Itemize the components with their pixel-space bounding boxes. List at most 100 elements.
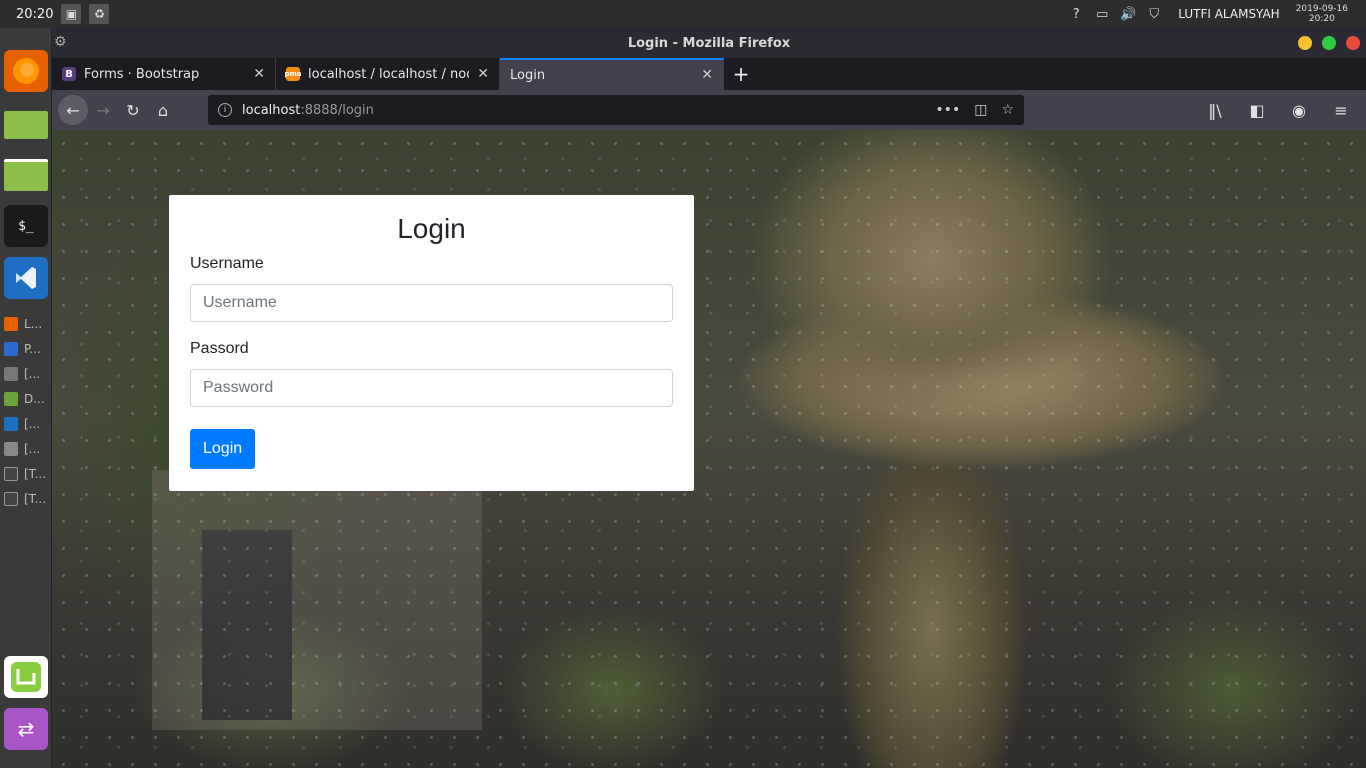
close-icon[interactable]: ✕ [477, 66, 489, 82]
sidebar-icon: ◧ [1249, 100, 1265, 120]
tab-title: localhost / localhost / nodejs [308, 66, 469, 82]
window-list-item[interactable]: [... [4, 364, 40, 384]
tab-bar: B Forms · Bootstrap ✕ pma localhost / lo… [52, 58, 1366, 90]
menu-button[interactable]: ≡ [1326, 95, 1356, 125]
username-input[interactable] [190, 284, 673, 322]
url-bar[interactable]: i localhost:8888/login ••• ◫ ☆ [208, 95, 1024, 125]
forward-button[interactable]: → [88, 95, 118, 125]
login-heading: Login [397, 213, 466, 244]
firefox-launcher[interactable] [4, 50, 48, 92]
url-actions: ••• ◫ ☆ [935, 102, 1014, 118]
login-button[interactable]: Login [190, 429, 256, 469]
library-icon: ‖\ [1208, 100, 1222, 120]
folder-icon [4, 392, 18, 406]
panel-time: 20:20 [1308, 14, 1335, 24]
terminal-launcher[interactable]: $_ [4, 205, 48, 247]
arrow-left-icon: ← [66, 100, 80, 120]
firefox-icon [4, 317, 18, 331]
left-dock: $_ L... P... [... D... [... [... [T... [… [0, 28, 52, 768]
more-actions-icon[interactable]: ••• [935, 102, 960, 118]
window-list-item[interactable]: [T... [4, 489, 46, 509]
window-list-item[interactable]: [T... [4, 464, 46, 484]
workspace-switcher[interactable]: ⇄ [4, 708, 48, 750]
info-icon[interactable]: i [218, 103, 232, 117]
password-label: Passord [190, 340, 249, 357]
close-icon[interactable]: ✕ [253, 66, 265, 82]
gear-icon[interactable]: ⚙ [54, 34, 67, 50]
trash-icon[interactable]: ♻ [89, 4, 110, 24]
terminal-icon [4, 467, 18, 481]
folder-icon [4, 111, 48, 139]
close-button[interactable] [1346, 36, 1360, 50]
mint-menu-launcher[interactable] [4, 656, 48, 698]
window-list-item[interactable]: [... [4, 414, 40, 434]
toolbar-right: ‖\ ◧ ◉ ≡ [1200, 95, 1360, 125]
home-button[interactable]: ⌂ [148, 95, 178, 125]
reload-icon: ↻ [126, 100, 140, 120]
volume-icon[interactable]: 🔊 [1120, 6, 1136, 22]
window-icon [4, 442, 18, 456]
arrow-right-icon: → [96, 100, 110, 120]
window-controls [1298, 36, 1360, 50]
show-desktop-icon[interactable]: ▣ [61, 4, 82, 24]
panel-datetime[interactable]: 2019-09-16 20:20 [1296, 4, 1348, 24]
terminal-icon [4, 492, 18, 506]
vscode-icon [16, 267, 36, 289]
window-list-item[interactable]: D... [4, 389, 45, 409]
firefox-icon [13, 58, 39, 84]
reload-button[interactable]: ↻ [118, 95, 148, 125]
home-icon: ⌂ [157, 100, 169, 120]
back-button[interactable]: ← [58, 95, 88, 125]
panel-date: 2019-09-16 [1295, 4, 1348, 14]
hamburger-menu-icon: ≡ [1334, 100, 1348, 120]
account-button[interactable]: ◉ [1284, 95, 1314, 125]
close-icon[interactable]: ✕ [701, 67, 713, 83]
window-list-item[interactable]: [... [4, 439, 40, 459]
folder-icon [4, 159, 48, 191]
home-folder-launcher[interactable] [4, 154, 48, 196]
url-path: :8888/login [300, 102, 374, 118]
plus-icon: + [732, 62, 750, 86]
panel-clock[interactable]: 20:20 [16, 7, 53, 22]
tab-title: Forms · Bootstrap [84, 66, 200, 82]
navigation-toolbar: ← → ↻ ⌂ i localhost:8888/login ••• ◫ ☆ ‖… [52, 90, 1366, 130]
display-icon[interactable]: ▭ [1094, 6, 1110, 22]
help-icon[interactable]: ? [1068, 6, 1084, 22]
vscode-icon [4, 417, 18, 431]
account-icon: ◉ [1292, 100, 1306, 120]
window-list-item[interactable]: P... [4, 339, 41, 359]
file-icon [4, 367, 18, 381]
document-icon [4, 342, 18, 356]
linux-mint-icon [11, 662, 41, 692]
phpmyadmin-icon: pma [284, 67, 302, 81]
minimize-button[interactable] [1298, 36, 1312, 50]
new-tab-button[interactable]: + [724, 58, 758, 90]
terminal-icon: $_ [18, 218, 34, 234]
maximize-button[interactable] [1322, 36, 1336, 50]
username-label: Username [190, 255, 264, 272]
window-titlebar[interactable]: ⚙ Login - Mozilla Firefox [52, 28, 1366, 58]
user-name[interactable]: LUTFI ALAMSYAH [1178, 7, 1279, 21]
tab-phpmyadmin[interactable]: pma localhost / localhost / nodejs ✕ [276, 58, 500, 90]
page-content: Login Username Passord Login [52, 130, 1366, 768]
window-title: Login - Mozilla Firefox [627, 35, 791, 51]
firefox-window: ⚙ Login - Mozilla Firefox B Forms · Boot… [52, 28, 1366, 768]
switch-arrows-icon: ⇄ [17, 717, 35, 741]
url-host: localhost [242, 102, 301, 118]
sidebar-button[interactable]: ◧ [1242, 95, 1272, 125]
system-tray: ? ▭ 🔊 ⛉ LUTFI ALAMSYAH 2019-09-16 20:20 [1068, 4, 1366, 24]
vscode-launcher[interactable] [4, 257, 48, 299]
bookmark-star-icon[interactable]: ☆ [1001, 102, 1014, 118]
tab-forms-bootstrap[interactable]: B Forms · Bootstrap ✕ [52, 58, 276, 90]
pocket-icon[interactable]: ◫ [974, 102, 987, 118]
top-panel: 20:20 ▣ ♻ ? ▭ 🔊 ⛉ LUTFI ALAMSYAH 2019-09… [0, 0, 1366, 28]
tab-title: Login [510, 67, 546, 83]
bootstrap-icon: B [62, 67, 76, 81]
files-launcher[interactable] [4, 104, 48, 146]
tab-login[interactable]: Login ✕ [500, 58, 724, 90]
shield-icon[interactable]: ⛉ [1146, 6, 1162, 22]
password-input[interactable] [190, 369, 673, 407]
library-button[interactable]: ‖\ [1200, 95, 1230, 125]
login-card: Login Username Passord Login [169, 195, 694, 491]
window-list-item[interactable]: L... [4, 314, 42, 334]
